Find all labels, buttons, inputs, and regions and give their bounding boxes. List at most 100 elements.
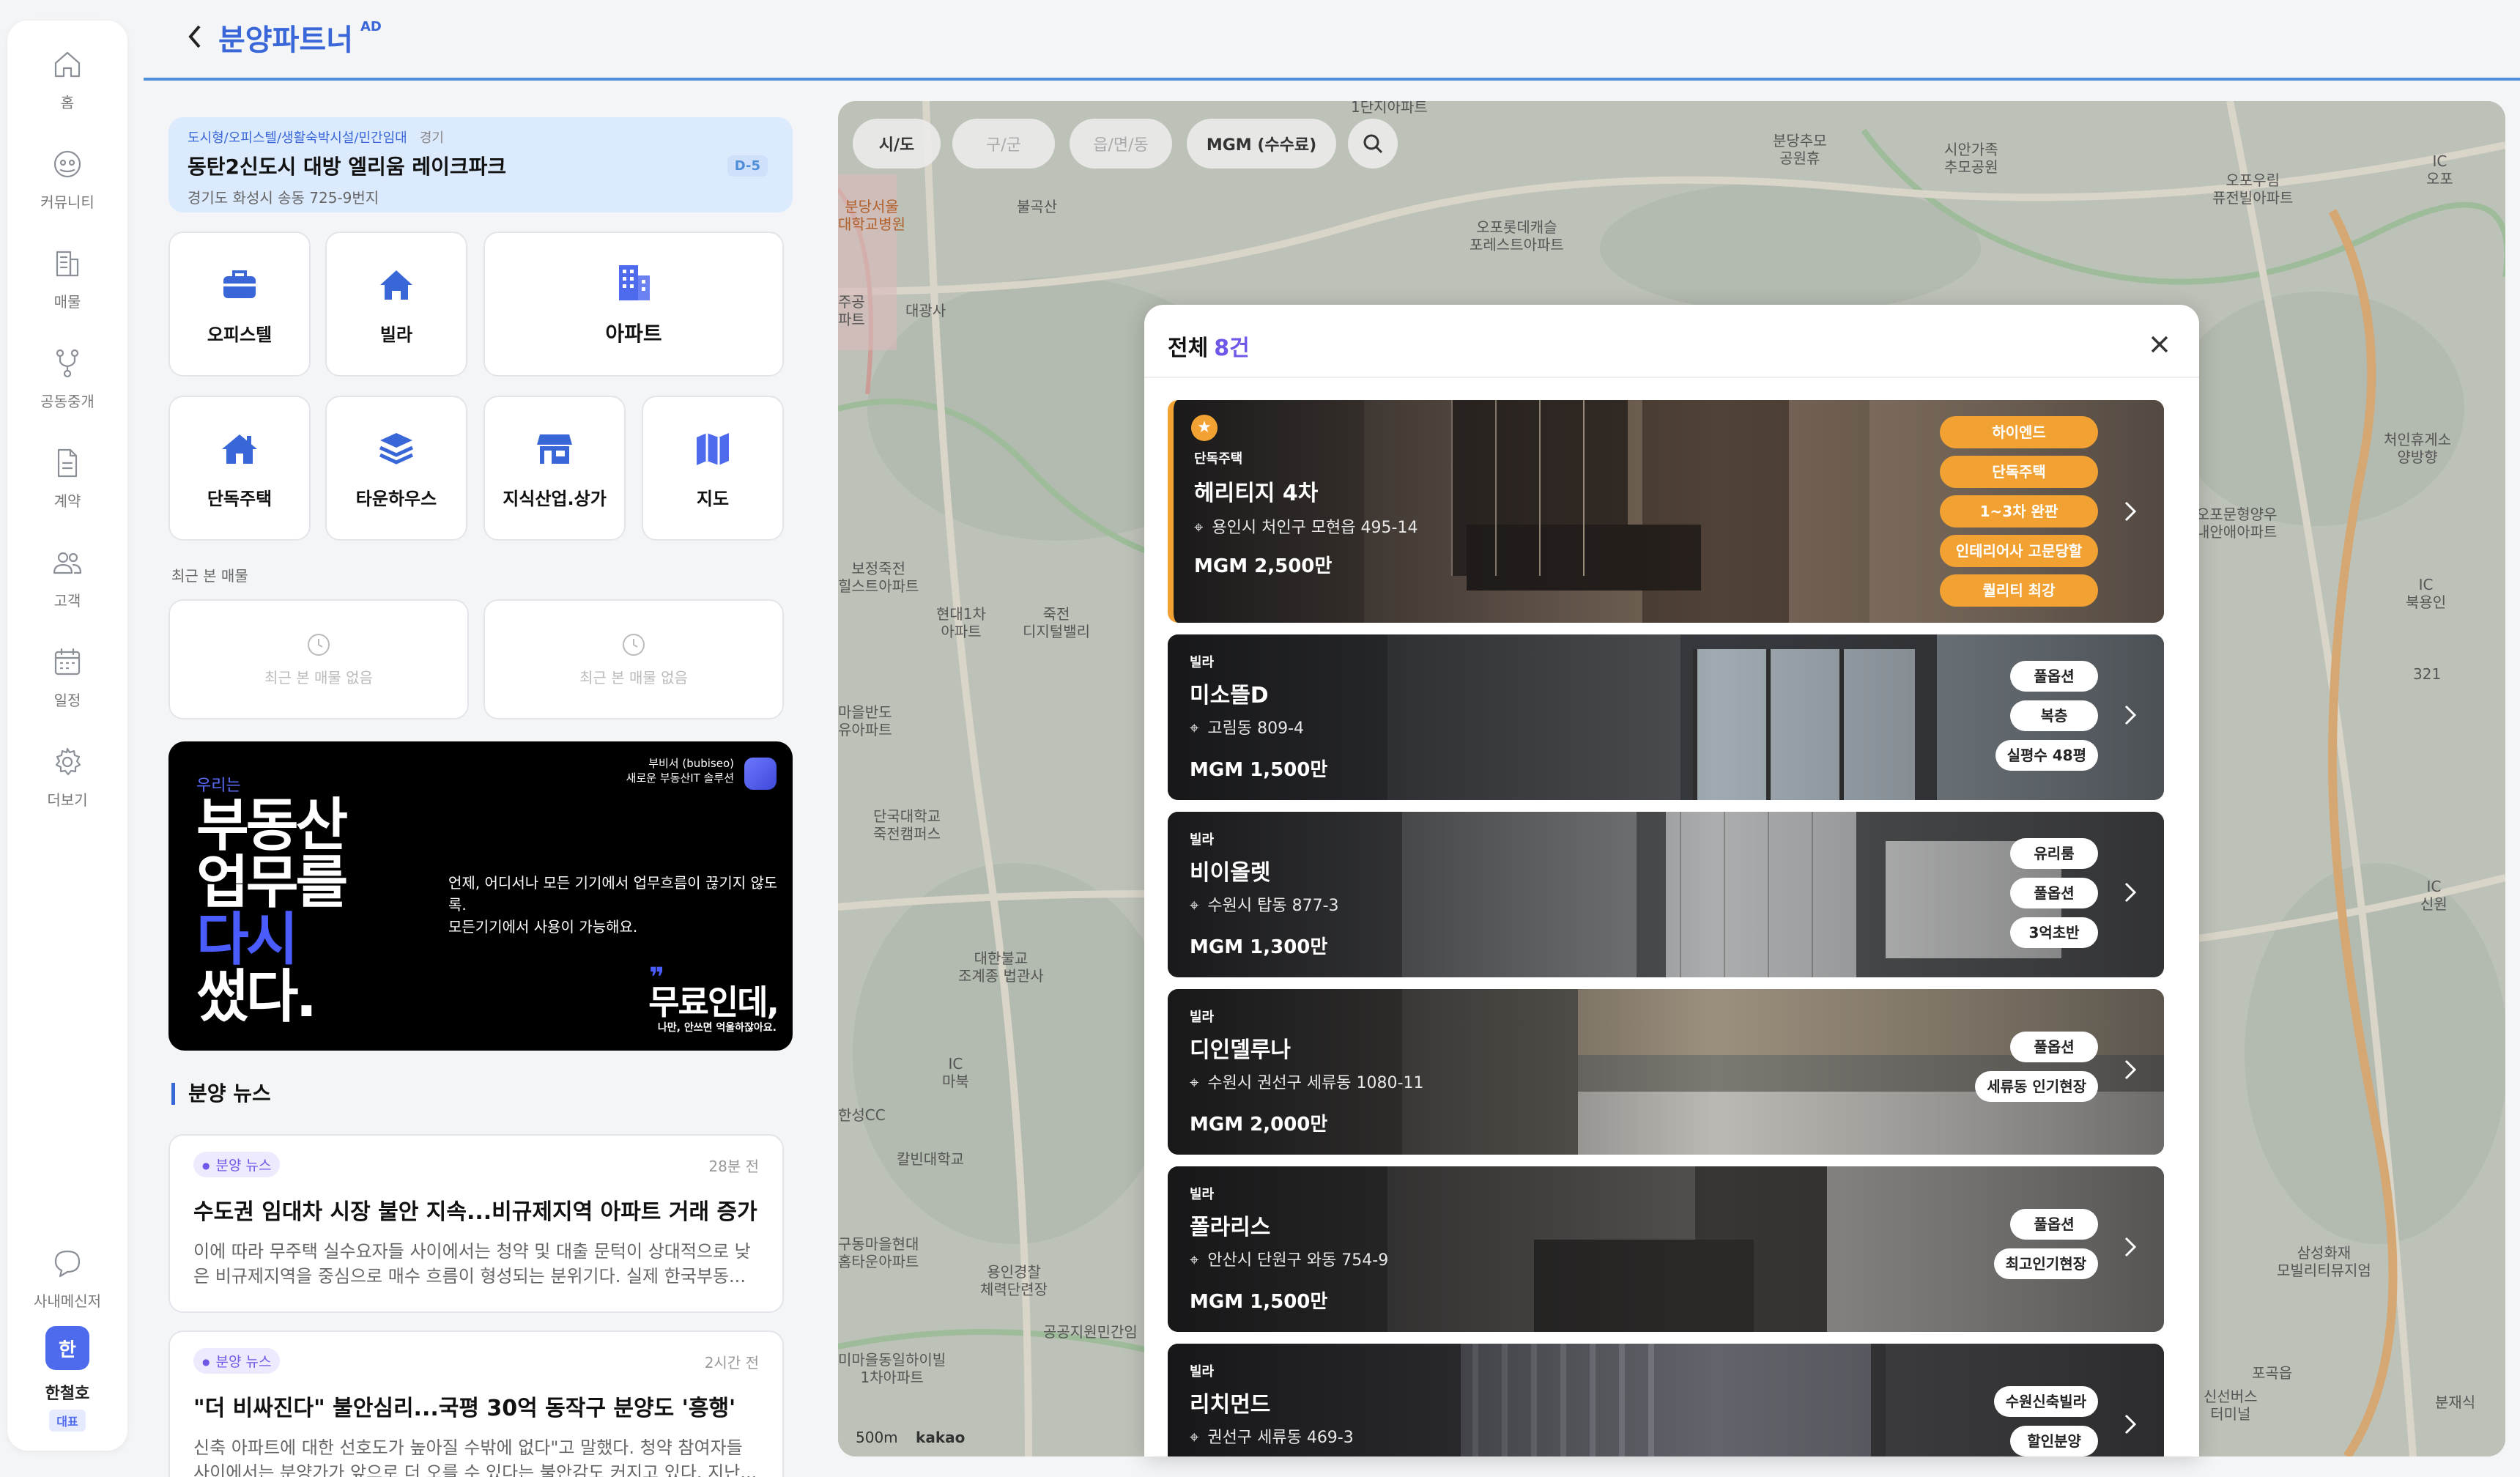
ad-badge: AD — [360, 19, 382, 34]
clock-icon — [308, 633, 330, 656]
tile-apartment[interactable]: 아파트 — [483, 232, 784, 377]
listing-tag: 3억초반 — [2010, 917, 2098, 948]
recent-empty-card: 최근 본 매물 없음 — [483, 599, 784, 719]
avatar: 한 — [45, 1326, 89, 1370]
map-label: 현대1차 아파트 — [936, 605, 986, 640]
listing-tag: 퀄리티 최강 — [1940, 574, 2098, 607]
sidebar-item-more[interactable]: 더보기 — [7, 744, 127, 832]
map-search-button[interactable] — [1348, 119, 1398, 169]
map-label: 공공지원민간임 — [1043, 1323, 1138, 1341]
map-label: 미마을동일하이빌 1차아파트 — [838, 1351, 946, 1386]
tile-label: 지도 — [696, 488, 730, 509]
map-label: 대한불교 조계종 법관사 — [958, 949, 1044, 985]
tile-townhouse[interactable]: 타운하우스 — [325, 396, 467, 541]
listing-card[interactable]: 빌라 미소뜰D 고림동 809-4 MGM 1,500만 풀옵션 복층 실평수 … — [1168, 634, 2164, 800]
close-button[interactable] — [2145, 330, 2174, 359]
sidebar-item-label: 계약 — [53, 492, 81, 510]
listing-name: 헤리티지 4차 — [1194, 481, 1319, 506]
news-title: "더 비싸진다" 불안심리...국평 30억 동작구 분양도 '흥행' — [193, 1396, 736, 1421]
news-section-title: 분양 뉴스 — [171, 1083, 271, 1105]
listing-name: 폴라리스 — [1190, 1215, 1271, 1240]
gear-icon — [55, 747, 81, 776]
chevron-right-icon — [2121, 1231, 2139, 1263]
banner-headline: 부동산 업무를 다시 썼다. — [196, 793, 348, 1030]
listing-card[interactable]: ★ 단독주택 헤리티지 4차 용인시 처인구 모현읍 495-14 MGM 2,… — [1168, 400, 2164, 623]
promo-banner[interactable]: 우리는 부동산 업무를 다시 썼다. 부비서 (bubiseo) 새로운 부동산… — [168, 741, 793, 1051]
map-label: 오포문형양우 내안애아파트 — [2196, 506, 2278, 541]
profile[interactable]: 한 한철호 대표 — [7, 1326, 127, 1432]
filter-dong[interactable]: 읍/면/동 — [1070, 119, 1172, 169]
tile-label: 오피스텔 — [207, 324, 273, 345]
home-icon — [54, 51, 81, 78]
tile-villa[interactable]: 빌라 — [325, 232, 467, 377]
news-body: 이에 따라 무주택 실수요자들 사이에서는 청약 및 대출 문턱이 상대적으로 … — [193, 1241, 751, 1287]
map-label: 단국대학교 죽전캠퍼스 — [873, 807, 941, 843]
sidebar-item-schedule[interactable]: 일정 — [7, 645, 127, 733]
brand-logo-icon — [744, 758, 777, 790]
sidebar: 홈 커뮤니티 매물 공동중개 계약 고객 일정 더보기 사내메신저 한 한철호 … — [7, 21, 127, 1451]
news-card[interactable]: 분양 뉴스 28분 전 수도권 임대차 시장 불안 지속...비규제지역 아파트… — [168, 1134, 784, 1313]
sidebar-item-listings[interactable]: 매물 — [7, 246, 127, 334]
listing-address: 안산시 단원구 와동 754-9 — [1190, 1247, 1388, 1270]
tile-house[interactable]: 단독주택 — [168, 396, 311, 541]
sidebar-item-customers[interactable]: 고객 — [7, 545, 127, 633]
sidebar-item-label: 고객 — [53, 592, 81, 610]
promo-card[interactable]: 도시형/오피스텔/생활숙박시설/민간임대 경기 동탄2신도시 대방 엘리움 레이… — [168, 117, 793, 212]
filter-sigungu[interactable]: 구/군 — [952, 119, 1055, 169]
profile-role-badge: 대표 — [49, 1410, 86, 1432]
map-label: 칼빈대학교 — [897, 1150, 964, 1168]
map-label: 처인휴게소 양방향 — [2384, 431, 2451, 466]
filter-sido[interactable]: 시/도 — [853, 119, 941, 169]
map-label: 용인경찰 체력단련장 — [980, 1263, 1048, 1298]
tile-officetel[interactable]: 오피스텔 — [168, 232, 311, 377]
listing-name: 리치먼드 — [1190, 1392, 1271, 1418]
listing-address: 용인시 처인구 모현읍 495-14 — [1194, 514, 1418, 538]
sidebar-item-label: 매물 — [53, 293, 81, 311]
header: 분양파트너 AD — [144, 0, 2520, 81]
listing-tags: 풀옵션 최고인기현장 — [1993, 1209, 2098, 1279]
profile-name: 한철호 — [45, 1385, 90, 1403]
tile-label: 타운하우스 — [355, 488, 437, 509]
listing-card[interactable]: 빌라 폴라리스 안산시 단원구 와동 754-9 MGM 1,500만 풀옵션 … — [1168, 1166, 2164, 1332]
sidebar-item-cobrokerage[interactable]: 공동중개 — [7, 346, 127, 434]
tile-commercial[interactable]: 지식산업.상가 — [483, 396, 626, 541]
filter-mgm[interactable]: MGM (수수료) — [1187, 119, 1336, 169]
listing-card[interactable]: 빌라 디인델루나 수원시 권선구 세류동 1080-11 MGM 2,000만 … — [1168, 989, 2164, 1155]
listing-address: 수원시 권선구 세류동 1080-11 — [1190, 1070, 1423, 1093]
listing-tag: 복층 — [2010, 700, 2098, 731]
map-label: 주공 파트 — [838, 293, 865, 328]
sidebar-item-home[interactable]: 홈 — [7, 47, 127, 135]
listing-tag: 최고인기현장 — [1993, 1248, 2098, 1279]
listing-address: 권선구 세류동 469-3 — [1190, 1424, 1353, 1448]
banner-free-subtext: 나만, 안쓰면 억울하잖아요. — [657, 1022, 777, 1034]
map-label: 대광사 — [905, 302, 946, 319]
chevron-right-icon — [2121, 876, 2139, 908]
listing-card[interactable]: 빌라 리치먼드 권선구 세류동 469-3 수원신축빌라 할인분양 — [1168, 1344, 2164, 1456]
tile-map[interactable]: 지도 — [642, 396, 784, 541]
messenger-button[interactable]: 사내메신저 — [7, 1245, 127, 1333]
recent-empty-label: 최근 본 매물 없음 — [579, 668, 688, 686]
map-attribution: 500m kakao — [856, 1429, 966, 1446]
tile-label: 단독주택 — [207, 488, 273, 509]
listing-name: 미소뜰D — [1190, 683, 1269, 708]
listing-tag: 유리룸 — [2010, 838, 2098, 869]
back-button[interactable] — [180, 16, 210, 57]
news-card[interactable]: 분양 뉴스 2시간 전 "더 비싸진다" 불안심리...국평 30억 동작구 분… — [168, 1330, 784, 1477]
chevron-right-icon — [2121, 495, 2139, 528]
chevron-right-icon — [2121, 699, 2139, 731]
news-title: 수도권 임대차 시장 불안 지속...비규제지역 아파트 거래 증가 — [193, 1199, 757, 1225]
sidebar-item-label: 홈 — [60, 94, 75, 111]
news-badge: 분양 뉴스 — [193, 1348, 281, 1374]
banner-free-text: 무료인데, — [648, 982, 779, 1022]
map-label: IC 북용인 — [2406, 576, 2447, 611]
sidebar-item-community[interactable]: 커뮤니티 — [7, 147, 127, 234]
listing-type: 빌라 — [1190, 1187, 1215, 1202]
sidebar-item-contracts[interactable]: 계약 — [7, 445, 127, 533]
listing-tag: 하이엔드 — [1940, 416, 2098, 448]
listing-mgm: MGM 1,300만 — [1190, 936, 1328, 958]
listing-card[interactable]: 빌라 비이올렛 수원시 탑동 877-3 MGM 1,300만 유리룸 풀옵션 … — [1168, 812, 2164, 977]
briefcase-icon — [223, 270, 256, 298]
listing-mgm: MGM 1,500만 — [1190, 759, 1328, 781]
promo-category: 도시형/오피스텔/생활숙박시설/민간임대 — [188, 130, 407, 146]
recent-title: 최근 본 매물 — [171, 567, 248, 585]
